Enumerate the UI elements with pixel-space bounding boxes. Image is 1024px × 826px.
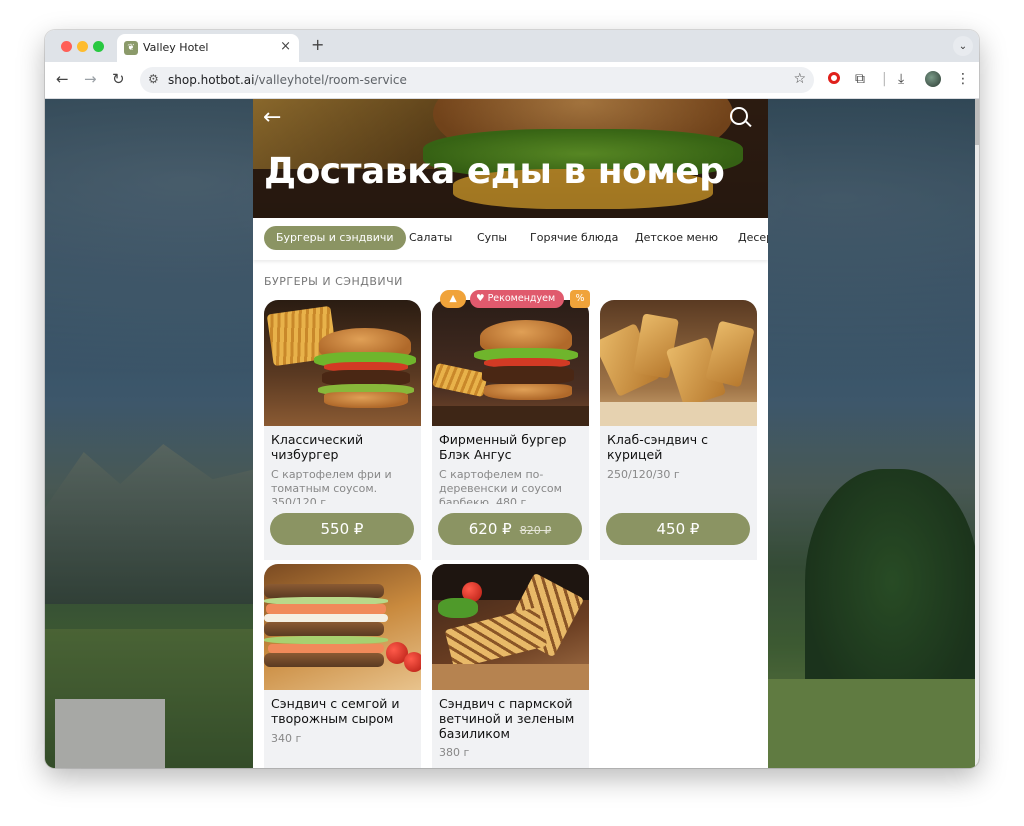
add-to-cart-button[interactable]: 550 ₽ xyxy=(270,513,414,545)
product-card[interactable]: ▲ ♥ Рекомендуем % Фирменный бургер Блэк … xyxy=(432,290,590,560)
fries-image xyxy=(432,362,488,398)
section-heading: БУРГЕРЫ И СЭНДВИЧИ xyxy=(264,275,403,288)
url-path: /valleyhotel/room-service xyxy=(254,73,407,87)
product-name: Классический чизбургер xyxy=(271,432,364,462)
product-image xyxy=(264,300,421,426)
maximize-window-button[interactable] xyxy=(93,41,104,52)
opera-icon[interactable] xyxy=(828,72,840,84)
plate-image xyxy=(600,402,757,426)
recommended-badge: ♥ Рекомендуем xyxy=(470,290,564,308)
product-card[interactable]: Сэндвич с семгой и творожным сыром 340 г xyxy=(264,564,421,768)
recommended-label: Рекомендуем xyxy=(487,293,556,304)
promo-triangle-icon: ▲ xyxy=(440,290,466,308)
product-old-price: 820 ₽ xyxy=(519,524,552,537)
board-image xyxy=(432,664,589,690)
product-weight: 250/120/30 г xyxy=(607,468,680,481)
product-image xyxy=(264,564,421,690)
product-image xyxy=(432,300,589,426)
back-arrow-icon[interactable]: ← xyxy=(263,105,281,130)
product-name: Сэндвич с семгой и творожным сыром xyxy=(271,696,400,726)
tab-close-icon[interactable]: × xyxy=(280,39,291,54)
bread-bottom-image xyxy=(264,653,384,667)
add-to-cart-button[interactable]: 450 ₽ xyxy=(606,513,750,545)
back-arrow-icon[interactable]: ← xyxy=(56,70,69,88)
favicon-icon: ❦ xyxy=(124,41,138,55)
url-text[interactable]: shop.hotbot.ai/valleyhotel/room-service xyxy=(168,73,407,87)
tab-strip: ❦ Valley Hotel × + ⌄ xyxy=(45,30,979,62)
close-window-button[interactable] xyxy=(61,41,72,52)
tab-kids-menu[interactable]: Детское меню xyxy=(635,226,718,250)
discount-percent-icon: % xyxy=(570,290,590,308)
product-name: Фирменный бургер Блэк Ангус xyxy=(439,432,567,462)
basil-image xyxy=(438,598,478,618)
menu-kebab-icon[interactable]: ⋮ xyxy=(956,71,970,87)
bread-middle-image xyxy=(264,622,384,636)
tab-title: Valley Hotel xyxy=(143,41,209,54)
browser-tab[interactable]: ❦ Valley Hotel × xyxy=(117,34,299,62)
profile-avatar[interactable] xyxy=(925,71,941,87)
site-settings-icon[interactable]: ⚙ xyxy=(148,72,159,86)
salmon-image xyxy=(268,644,384,653)
tab-desserts[interactable]: Десерты xyxy=(738,226,768,250)
tab-hot-dishes[interactable]: Горячие блюда xyxy=(530,226,618,250)
forward-arrow-icon[interactable]: → xyxy=(84,70,97,88)
extensions-icon[interactable]: ⧉ xyxy=(855,71,865,87)
product-image xyxy=(432,564,589,690)
product-card[interactable]: Сэндвич с пармской ветчиной и зеленым ба… xyxy=(432,564,589,768)
cheese-image xyxy=(264,614,388,622)
product-name: Клаб-сэндвич с курицей xyxy=(607,432,709,462)
product-price: 550 ₽ xyxy=(320,520,364,538)
hero-banner: ← Доставка еды в номер xyxy=(253,99,768,218)
tab-burgers-sandwiches[interactable]: Бургеры и сэндвичи xyxy=(264,226,406,250)
tab-search-button[interactable]: ⌄ xyxy=(953,36,973,56)
board-image xyxy=(432,406,589,426)
bun-bottom-image xyxy=(324,392,408,408)
heart-icon: ♥ xyxy=(476,293,485,304)
product-card[interactable]: Клаб-сэндвич с курицей 250/120/30 г 450 … xyxy=(600,300,757,560)
tab-soups[interactable]: Супы xyxy=(477,226,507,250)
bun-bottom-image xyxy=(484,384,572,400)
patty-image xyxy=(482,366,574,384)
page-title: Доставка еды в номер xyxy=(264,151,725,192)
tab-salads[interactable]: Салаты xyxy=(409,226,452,250)
bookmark-star-icon[interactable]: ☆ xyxy=(793,71,806,87)
browser-toolbar: ← → ↻ ⚙ shop.hotbot.ai/valleyhotel/room-… xyxy=(45,62,979,99)
product-description: С картофелем по-деревенски и соусом барб… xyxy=(439,468,562,504)
toolbar-divider: | xyxy=(882,71,887,87)
scrollbar-thumb[interactable] xyxy=(975,99,979,145)
browser-window: ❦ Valley Hotel × + ⌄ ← → ↻ ⚙ shop.hotbot… xyxy=(45,30,979,768)
product-price: 450 ₽ xyxy=(656,520,700,538)
product-price: 620 ₽ xyxy=(468,520,512,538)
new-tab-button[interactable]: + xyxy=(311,35,324,54)
page-scrollbar[interactable] xyxy=(975,99,979,768)
lettuce-image xyxy=(264,636,388,644)
download-icon[interactable]: ⤓ xyxy=(898,71,904,87)
page-viewport: ← Доставка еды в номер Бургеры и сэндвич… xyxy=(45,99,979,768)
product-weight: 380 г xyxy=(439,746,470,759)
url-host: shop.hotbot.ai xyxy=(168,73,255,87)
reload-icon[interactable]: ↻ xyxy=(112,70,125,88)
product-name: Сэндвич с пармской ветчиной и зеленым ба… xyxy=(439,696,575,741)
category-tabs: Бургеры и сэндвичи Салаты Супы Горячие б… xyxy=(253,218,768,260)
sandwich-triangle-image xyxy=(705,320,755,388)
minimize-window-button[interactable] xyxy=(77,41,88,52)
product-description: С картофелем фри и томатным соусом. 350/… xyxy=(271,468,392,504)
bread-top-image xyxy=(264,584,384,598)
room-service-app: ← Доставка еды в номер Бургеры и сэндвич… xyxy=(253,99,768,768)
search-icon[interactable] xyxy=(730,107,748,125)
add-to-cart-button[interactable]: 620 ₽ 820 ₽ xyxy=(438,513,582,545)
product-weight: 340 г xyxy=(271,732,302,745)
product-image xyxy=(600,300,757,426)
address-bar[interactable]: ⚙ shop.hotbot.ai/valleyhotel/room-servic… xyxy=(140,67,814,93)
tomato-cherry-image xyxy=(404,652,421,672)
salmon-image xyxy=(266,604,386,614)
product-card[interactable]: Классический чизбургер С картофелем фри … xyxy=(264,300,421,560)
